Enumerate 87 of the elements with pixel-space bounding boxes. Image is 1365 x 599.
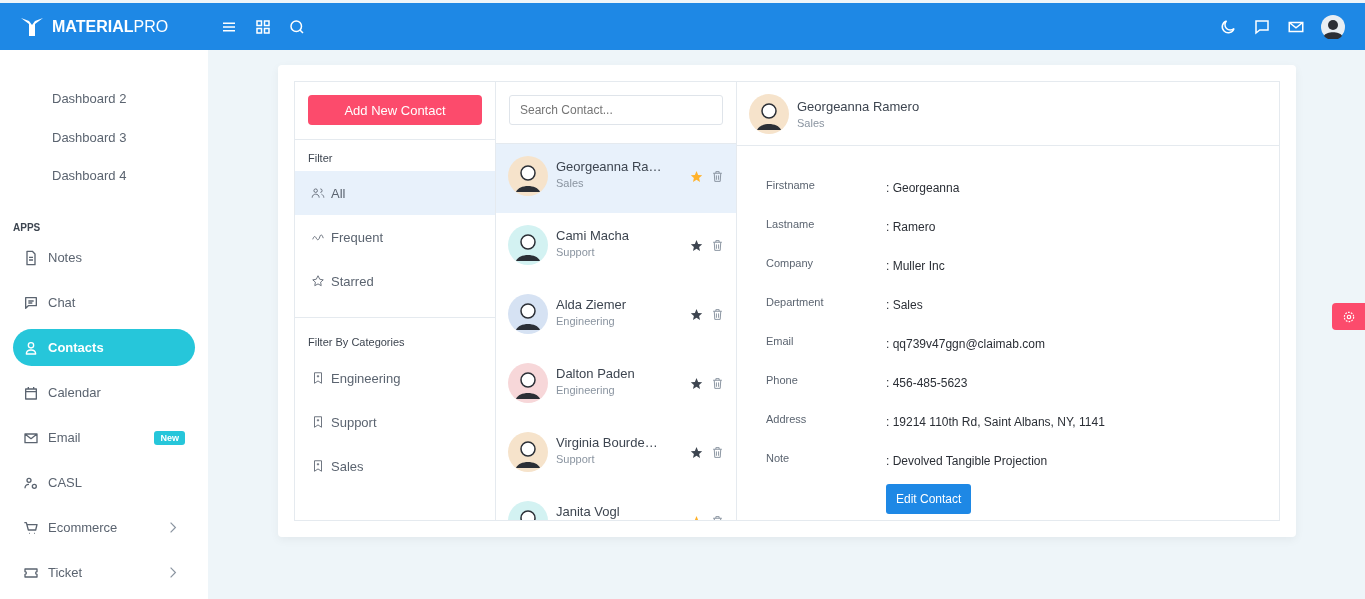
sidebar-item[interactable]: Chat [13,284,195,322]
filter-heading: Filter [307,151,334,166]
settings-icon [1341,309,1356,324]
field-value: : Devolved Tangible Projection [886,453,1048,468]
filter-icon [311,186,325,200]
section-heading: APPS [13,221,42,234]
contact-name: Alda Ziemer [556,297,628,312]
bookmark-icon [311,415,325,429]
new-badge: New [154,430,185,445]
star-icon[interactable] [690,170,703,183]
sidebar-item[interactable]: Dashboard 4 [13,157,195,196]
field-label: Address [766,412,808,425]
brand-name: MATERIALPRO [52,17,169,36]
contact-department: Support [556,453,596,465]
trash-icon[interactable] [711,377,724,390]
field-label: Lastname [766,217,816,230]
field-label: Email [766,334,795,347]
avatar [749,93,789,134]
menu-item-icon [23,339,39,356]
sidebar-item[interactable]: Dashboard 2 [13,80,195,119]
bookmark-icon [311,371,325,385]
star-icon[interactable] [690,377,703,390]
menu-item-icon [23,249,39,266]
contact-name: Cami Macha [556,228,630,243]
field-value: : Muller Inc [886,258,945,273]
contact-item[interactable]: Georgeanna Ra… Sales [496,144,736,213]
menu-item-icon [23,519,39,536]
field-value: : 456-485-5623 [886,375,968,390]
field-label: Phone [766,373,799,386]
settings-button[interactable] [1332,303,1365,330]
field-value: : Sales [886,297,923,312]
trash-icon[interactable] [711,170,724,183]
category-item[interactable]: Engineering [295,356,495,400]
contact-item[interactable]: Dalton Paden Engineering [496,351,736,420]
sidebar-item[interactable]: Dashboard 3 [13,118,195,157]
filter-item[interactable]: Frequent [295,215,495,259]
field-value: : Georgeanna [886,180,960,195]
contact-department: Sales [556,177,585,189]
category-item[interactable]: Support [295,400,495,444]
contact-item[interactable]: Virginia Bourde… Support [496,420,736,489]
field-label: Company [766,256,815,269]
add-contact-button[interactable]: Add New Contact [308,95,482,125]
field-label: Firstname [766,178,816,191]
filter-icon [311,274,325,288]
field-label: Note [766,451,791,464]
field-value: : 19214 110th Rd, Saint Albans, NY, 1141 [886,414,1105,429]
chat-icon[interactable] [1253,17,1271,36]
user-avatar[interactable] [1321,14,1345,39]
search-icon[interactable] [288,17,306,36]
filter-item[interactable]: Starred [295,259,495,303]
sidebar-item[interactable]: Ticket [13,554,195,591]
sidebar-item[interactable]: Ecommerce [13,509,195,547]
sidebar-item[interactable]: Notes [13,239,195,277]
contact-item[interactable]: Cami Macha Support [496,213,736,282]
contact-department: Engineering [556,384,616,396]
contact-department: Engineering [556,315,616,327]
search-field[interactable]: Search Contact... [509,95,723,125]
field-value: : qq739v47ggn@claimab.com [886,336,1045,351]
star-icon[interactable] [690,446,703,459]
categories-heading: Filter By Categories [307,335,406,350]
trash-icon[interactable] [711,446,724,459]
contact-name: Janita Vogl [556,504,621,519]
star-icon[interactable] [690,239,703,252]
apps-grid-icon[interactable] [254,17,272,36]
logo-icon [20,16,44,37]
contact-name: Dalton Paden [556,366,636,381]
contact-item[interactable]: Janita Vogl [496,489,736,520]
trash-icon[interactable] [711,239,724,252]
contact-department: Sales [797,116,826,129]
contact-name: Virginia Bourde… [556,435,659,450]
field-value: : Ramero [886,219,936,234]
sidebar-item[interactable]: Email New [13,419,195,457]
contact-name: Georgeanna Ra… [556,159,663,174]
filter-item[interactable]: All [295,171,495,215]
star-icon[interactable] [690,308,703,321]
category-item[interactable]: Sales [295,444,495,488]
menu-item-icon [23,384,39,401]
contact-item[interactable]: Alda Ziemer Engineering [496,282,736,351]
contact-name: Georgeanna Ramero [797,98,920,114]
sidebar-item[interactable]: CASL [13,464,195,502]
bookmark-icon [311,459,325,473]
trash-icon[interactable] [711,308,724,321]
edit-contact-button[interactable]: Edit Contact [886,484,972,514]
contact-department: Support [556,246,596,258]
sidebar-item[interactable]: Calendar [13,374,195,412]
menu-item-icon [23,294,39,311]
field-label: Department [766,295,825,308]
